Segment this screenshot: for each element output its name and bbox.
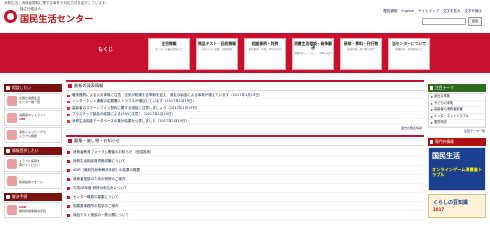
nav-item-sub: 研修情報、刊行物の紹介 <box>347 48 375 52</box>
hotline-188-link[interactable]: 消費者ホットライン 188 <box>4 110 62 126</box>
mamechishiki-banner[interactable]: くらしの豆知識 2017 <box>428 193 486 218</box>
nav-label: もくじ <box>98 47 114 53</box>
event-item[interactable]: 消費者相談のための研修のご案内 <box>66 175 424 185</box>
site-logo[interactable]: 独立行政法人 国民生活センター <box>4 7 94 25</box>
overseas-shopping-link[interactable]: 海外ショッピングの トラブル相談 <box>4 127 62 143</box>
book-icon <box>430 139 433 144</box>
nav-item-title: 研修・資料・刊行物 <box>343 41 379 46</box>
nav-item-title: 当センターについて <box>391 41 427 46</box>
bullet-icon <box>67 100 70 104</box>
sidebar-heading-report: 情報提供したい <box>4 147 62 155</box>
phone-icon <box>7 113 17 123</box>
nav-item-about[interactable]: 当センターについて 組織案内・採用情報など <box>388 38 430 70</box>
news-item[interactable]: 消費生活相談データベースの集計結果を公表しました（2017年1月19日） <box>66 119 424 126</box>
theme-heading: 注目テーマ <box>428 84 486 92</box>
banner-subtitle: オンラインゲーム消費者トラブル <box>432 166 483 177</box>
sidebar-heading-consult: 相談したい <box>4 84 62 92</box>
event-item[interactable]: 平成28年度 研修の申込みについて <box>66 184 424 194</box>
news-heading: 最新の発表情報 <box>66 80 424 91</box>
bullet-icon <box>67 113 70 117</box>
consult-center-list-link[interactable]: 全国の消費生活 センター等一覧 <box>4 93 62 109</box>
bullet-icon <box>67 94 70 97</box>
news-icon <box>68 84 72 88</box>
bullet-icon <box>67 187 70 190</box>
bullet-icon <box>67 120 70 123</box>
nav-item-sub: 消費者ホットライン、ADRの紹介 <box>294 52 332 56</box>
banner-title: くらしの豆知識 <box>433 199 469 206</box>
nav-item-cases[interactable]: 相談事例・判例 相談事例・判例、ADRの状況 <box>244 38 286 70</box>
events-list: 消費者教育フォーラム開催のお知らせ（全国各地） 消費生活相談員資格試験について … <box>66 148 424 221</box>
util-english-link[interactable]: English <box>401 9 414 14</box>
bullet-icon <box>67 160 70 163</box>
nav-item-featured[interactable]: 注目情報 センターの最新情報など <box>148 38 190 70</box>
sidebar-heading-resolution: 解決手続 <box>4 193 62 201</box>
news-list: 暖房器具による火災事故に注意 空気が乾燥する季節を迎え、身近な製品による事故が増… <box>66 93 424 126</box>
leaf-icon <box>430 86 433 90</box>
nav-item-title: 商品テスト・回収情報 <box>198 41 236 46</box>
banner-year: 2017 <box>433 206 445 212</box>
kokumin-seikatsu-banner[interactable]: 国民生活 オンラインゲーム消費者トラブル <box>428 146 486 191</box>
news-archive-link[interactable]: 過去の発表情報 <box>66 126 422 130</box>
util-sitemap-link[interactable]: サイトマップ <box>418 9 439 14</box>
bullet-icon <box>67 169 70 172</box>
report-trouble-link[interactable]: トラブル情報を 寄せてください <box>4 156 62 172</box>
bullet-icon <box>67 196 70 199</box>
utility-links: 閲覧補助 English サイトマップ 文字を拡大 文字を縮小 <box>383 9 482 14</box>
event-item[interactable]: 相模原事務所の見学のご案内 <box>66 202 424 212</box>
event-item[interactable]: 消費者教育フォーラム開催のお知らせ（全国各地） <box>66 148 424 158</box>
form-icon <box>7 176 17 186</box>
right-sidebar: 注目テーマ 身近な事故 子どもの事故 高齢者の消費者被害 インターネットトラブル… <box>428 80 486 218</box>
util-accessibility-link[interactable]: 閲覧補助 <box>383 9 397 14</box>
bullet-icon <box>67 214 70 217</box>
search-button[interactable]: 検索 <box>468 17 482 26</box>
adr-link[interactable]: ADR 裁判外紛争解決手続 <box>4 202 62 218</box>
theme-item[interactable]: 身近な事故 <box>429 94 485 101</box>
magazine-heading: 専門外情報 <box>428 137 486 146</box>
nav-item-title: 注目情報 <box>161 41 177 46</box>
theme-item[interactable]: 高齢者の消費者被害 <box>429 107 485 114</box>
util-font-large-link[interactable]: 文字を拡大 <box>443 9 461 14</box>
nav-item-sub: 組織案内・採用情報など <box>395 48 423 52</box>
nav-item-product-test[interactable]: 商品テスト・回収情報 商品テスト結果、回収情報 <box>196 38 238 70</box>
search-input[interactable] <box>422 18 466 25</box>
nav-item-training[interactable]: 研修・資料・刊行物 研修情報、刊行物の紹介 <box>340 38 382 70</box>
bullet-icon <box>67 178 70 181</box>
event-item[interactable]: 消費生活相談員資格試験について <box>66 157 424 167</box>
event-item[interactable]: 商品テスト施設の一般公開について <box>66 211 424 221</box>
globe-icon <box>7 130 17 140</box>
event-item[interactable]: ADR（裁判外紛争解決手続）の結果の概要 <box>66 166 424 176</box>
nav-item-title: 消費生活相談・紛争解決 <box>294 41 332 51</box>
megaphone-icon <box>68 139 72 144</box>
nav-item-sub: 相談事例・判例、ADRの状況 <box>248 48 282 52</box>
left-sidebar: 相談したい 全国の消費生活 センター等一覧 消費者ホットライン 188 海外ショッピ… <box>4 80 62 218</box>
mail-icon <box>6 149 10 153</box>
nav-item-sub: センターの最新情報など <box>155 48 183 52</box>
document-icon <box>7 159 17 169</box>
scale-icon <box>6 195 10 199</box>
events-heading: 募集・催し物・お知らせ <box>66 135 424 147</box>
theme-item[interactable]: 悪質商法 <box>429 120 485 127</box>
nav-item-consultation[interactable]: 消費生活相談・紛争解決 消費者ホットライン、ADRの紹介 <box>292 38 334 70</box>
map-icon <box>7 96 17 106</box>
report-form-link[interactable]: 情報提供フォーム <box>4 173 62 189</box>
bullet-icon <box>67 205 70 208</box>
header-tagline: 消費生活・消費者問題に関する事件や対応方法を紹介しています。 <box>4 1 109 5</box>
logo-mark-icon <box>4 9 17 23</box>
site-search: 検索 <box>422 17 482 26</box>
bullet-icon <box>67 107 70 110</box>
logo-org-name: 国民生活センター <box>20 15 94 25</box>
banner-title: 国民生活 <box>432 151 460 160</box>
util-font-small-link[interactable]: 文字を縮小 <box>465 9 483 14</box>
handshake-icon <box>7 205 17 215</box>
bullet-icon <box>67 151 70 154</box>
nav-item-title: 相談事例・判例 <box>251 41 279 46</box>
event-item[interactable]: センター職員の募集について <box>66 193 424 203</box>
nav-item-sub: 商品テスト結果、回収情報 <box>201 48 232 52</box>
main-content: 最新の発表情報 暖房器具による火災事故に注意 空気が乾燥する季節を迎え、身近な製… <box>66 80 424 221</box>
theme-more-link[interactable]: 注目テーマ一覧 <box>428 128 486 134</box>
theme-list: 身近な事故 子どもの事故 高齢者の消費者被害 インターネットトラブル 悪質商法 <box>428 93 486 128</box>
phone-icon <box>6 86 10 90</box>
global-nav: もくじ 注目情報 センターの最新情報など 商品テスト・回収情報 商品テスト結果、… <box>0 33 490 73</box>
